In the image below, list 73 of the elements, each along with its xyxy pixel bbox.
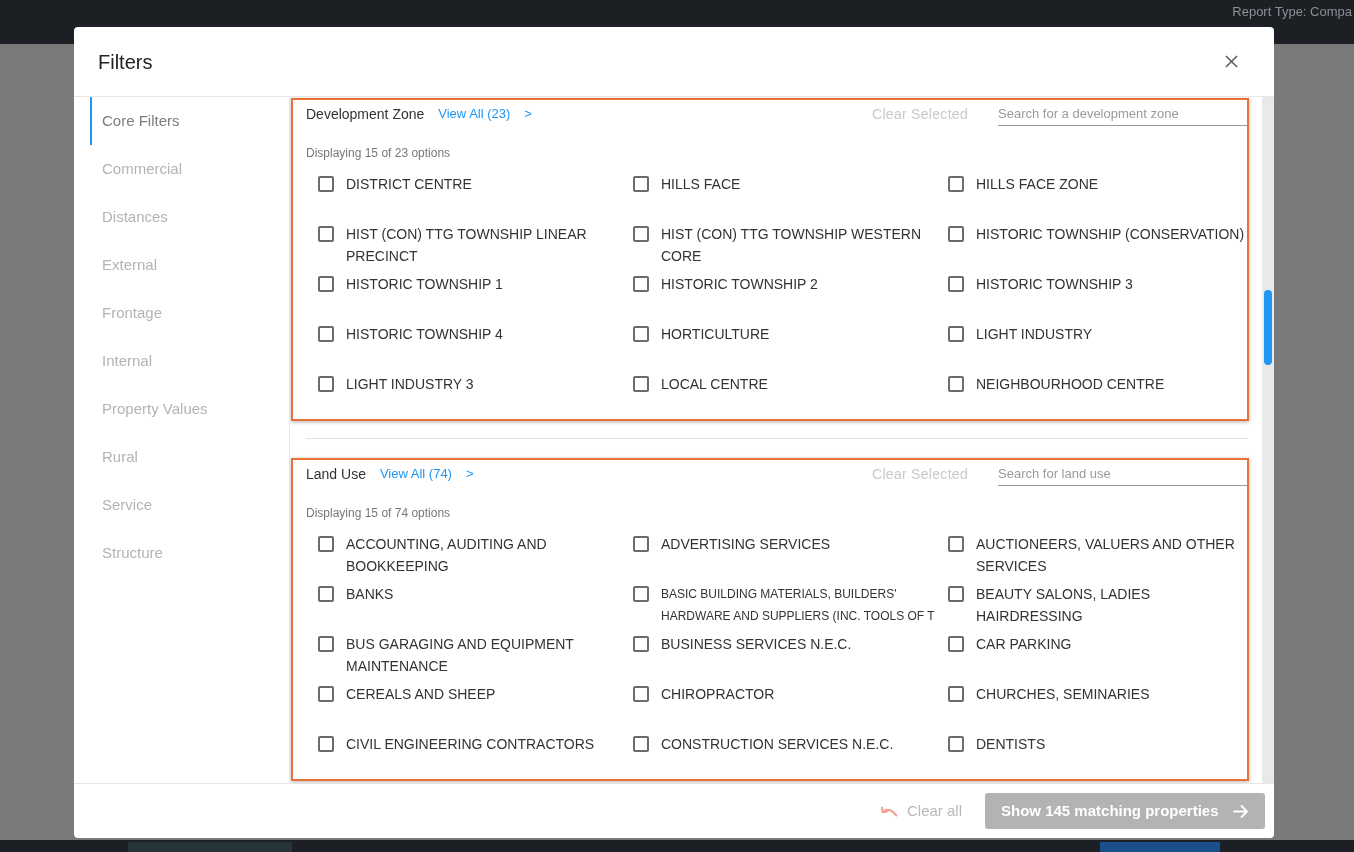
- checkbox[interactable]: [633, 736, 649, 752]
- option-label[interactable]: HORTICULTURE: [661, 323, 770, 345]
- option-label[interactable]: HISTORIC TOWNSHIP (CONSERVATION): [976, 223, 1245, 245]
- option-label[interactable]: HIST (CON) TTG TOWNSHIP LINEAR PRECINCT: [346, 223, 618, 267]
- option-label[interactable]: ACCOUNTING, AUDITING AND BOOKKEEPING: [346, 533, 618, 577]
- option-label[interactable]: BUSINESS SERVICES N.E.C.: [661, 633, 852, 655]
- checkbox[interactable]: [948, 536, 964, 552]
- option-label[interactable]: CHIROPRACTOR: [661, 683, 775, 705]
- checkbox[interactable]: [633, 326, 649, 342]
- checkbox[interactable]: [318, 326, 334, 342]
- checkbox[interactable]: [633, 376, 649, 392]
- checkbox[interactable]: [633, 536, 649, 552]
- checkbox[interactable]: [633, 276, 649, 292]
- close-icon: [1224, 55, 1238, 68]
- checkbox[interactable]: [948, 176, 964, 192]
- option-label[interactable]: LIGHT INDUSTRY: [976, 323, 1093, 345]
- option-label[interactable]: HISTORIC TOWNSHIP 2: [661, 273, 818, 295]
- checkbox[interactable]: [948, 636, 964, 652]
- checkbox[interactable]: [318, 636, 334, 652]
- sidebar-tab[interactable]: Core Filters: [90, 97, 274, 145]
- dialog-title: Filters: [98, 49, 153, 75]
- option-label[interactable]: HISTORIC TOWNSHIP 3: [976, 273, 1133, 295]
- option-label[interactable]: HISTORIC TOWNSHIP 4: [346, 323, 503, 345]
- option-label[interactable]: LIGHT INDUSTRY 3: [346, 373, 474, 395]
- checkbox[interactable]: [633, 636, 649, 652]
- option-label[interactable]: CHURCHES, SEMINARIES: [976, 683, 1150, 705]
- checkbox[interactable]: [948, 686, 964, 702]
- option-label[interactable]: HILLS FACE ZONE: [976, 173, 1099, 195]
- checkbox[interactable]: [948, 326, 964, 342]
- arrow-right-icon: [1233, 804, 1248, 818]
- checkbox[interactable]: [318, 376, 334, 392]
- scrollbar-thumb[interactable]: [1264, 290, 1272, 365]
- option-label[interactable]: HILLS FACE: [661, 173, 741, 195]
- checkbox[interactable]: [318, 736, 334, 752]
- checkbox[interactable]: [948, 276, 964, 292]
- option-label[interactable]: CIVIL ENGINEERING CONTRACTORS: [346, 733, 595, 755]
- option-label[interactable]: HIST (CON) TTG TOWNSHIP WESTERN CORE: [661, 223, 933, 267]
- checkbox[interactable]: [318, 586, 334, 602]
- search-field[interactable]: Search for land use: [998, 462, 1247, 486]
- checkbox[interactable]: [948, 586, 964, 602]
- checkbox[interactable]: [318, 176, 334, 192]
- option-label[interactable]: BEAUTY SALONS, LADIES HAIRDRESSING: [976, 583, 1247, 627]
- option-label[interactable]: BASIC BUILDING MATERIALS, BUILDERS' HARDWARE AND SUPPLIERS (INC. TOOLS OF T: [661, 583, 946, 627]
- checkbox[interactable]: [318, 276, 334, 292]
- option-label[interactable]: CONSTRUCTION SERVICES N.E.C.: [661, 733, 894, 755]
- options-count: Displaying 15 of 23 options: [306, 145, 452, 162]
- checkbox[interactable]: [318, 686, 334, 702]
- checkbox[interactable]: [633, 686, 649, 702]
- checkbox[interactable]: [633, 176, 649, 192]
- report-type-label: Report Type: Compa: [1232, 3, 1352, 21]
- option-label[interactable]: ADVERTISING SERVICES: [661, 533, 831, 555]
- checkbox[interactable]: [948, 736, 964, 752]
- checkbox[interactable]: [633, 586, 649, 602]
- search-field[interactable]: Search for a development zone: [998, 102, 1247, 126]
- option-label[interactable]: HISTORIC TOWNSHIP 1: [346, 273, 503, 295]
- undo-icon: [879, 805, 898, 817]
- option-label[interactable]: NEIGHBOURHOOD CENTRE: [976, 373, 1165, 395]
- option-label[interactable]: BANKS: [346, 583, 394, 605]
- option-label[interactable]: DISTRICT CENTRE: [346, 173, 472, 195]
- section-title: Development Zone: [306, 105, 425, 124]
- checkbox[interactable]: [318, 536, 334, 552]
- option-label[interactable]: CEREALS AND SHEEP: [346, 683, 496, 705]
- option-label[interactable]: LOCAL CENTRE: [661, 373, 768, 395]
- checkbox[interactable]: [948, 376, 964, 392]
- option-label[interactable]: AUCTIONEERS, VALUERS AND OTHER SERVICES: [976, 533, 1247, 577]
- checkbox[interactable]: [948, 226, 964, 242]
- checkbox[interactable]: [633, 226, 649, 242]
- section-title: Land Use: [306, 465, 366, 484]
- checkbox[interactable]: [318, 226, 334, 242]
- option-label[interactable]: BUS GARAGING AND EQUIPMENT MAINTENANCE: [346, 633, 618, 677]
- options-count: Displaying 15 of 74 options: [306, 505, 452, 522]
- option-label[interactable]: DENTISTS: [976, 733, 1046, 755]
- option-label[interactable]: CAR PARKING: [976, 633, 1072, 655]
